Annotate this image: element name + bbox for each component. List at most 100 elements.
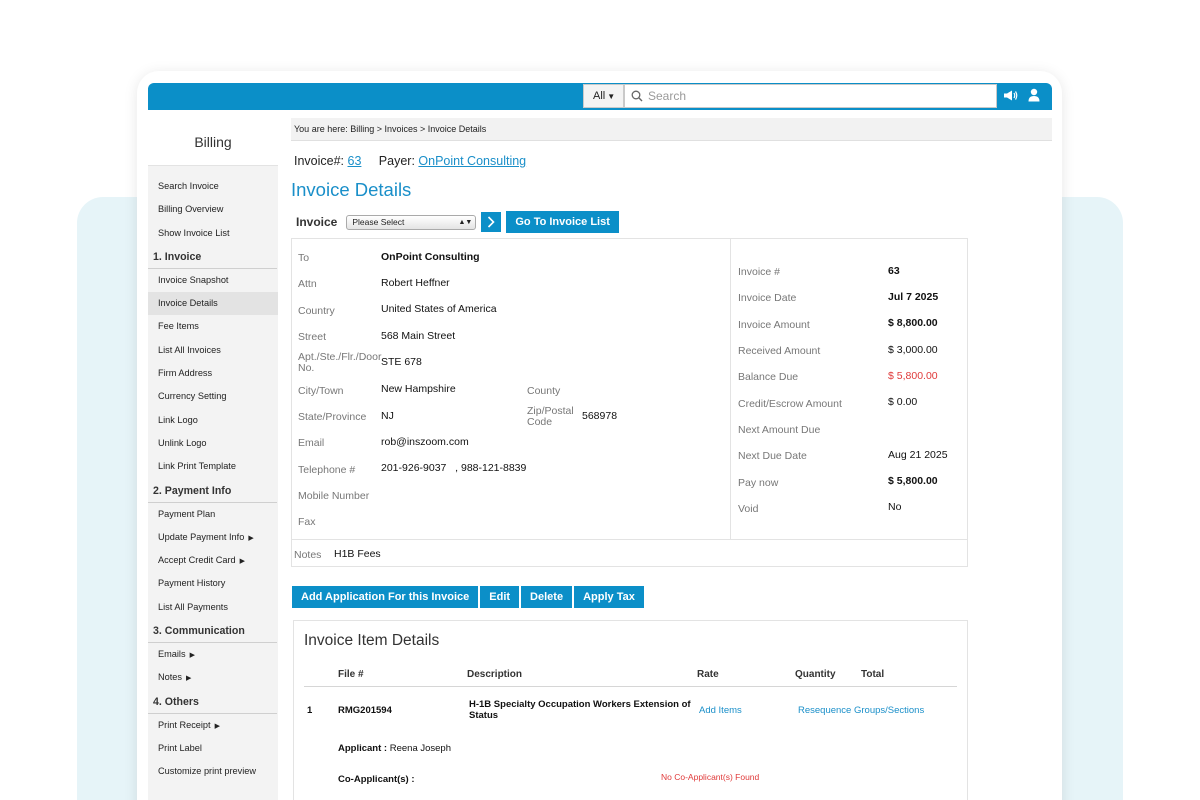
attn-label: Attn xyxy=(298,278,317,290)
invoice-number-label: Invoice#: xyxy=(294,154,345,168)
sidebar-item-list-all-invoices[interactable]: List All Invoices xyxy=(148,339,278,362)
summary-label: Credit/Escrow Amount xyxy=(738,398,842,410)
caret-right-icon: ▶ xyxy=(248,534,254,542)
sidebar-item-payment-history[interactable]: Payment History xyxy=(148,572,278,595)
header-file: File # xyxy=(338,669,364,680)
sidebar-item-label: Print Receipt xyxy=(158,719,211,730)
go-to-invoice-list-button[interactable]: Go To Invoice List xyxy=(506,211,619,233)
summary-value: Jul 7 2025 xyxy=(888,291,939,303)
summary-value: $ 5,800.00 xyxy=(888,370,938,382)
sidebar-section-payment-info: 2. Payment Info xyxy=(148,479,277,503)
summary-label: Balance Due xyxy=(738,371,799,383)
city-label: City/Town xyxy=(298,385,344,397)
email-label: Email xyxy=(298,437,325,449)
sidebar-item-show-invoice-list[interactable]: Show Invoice List xyxy=(148,222,278,245)
summary-label: Invoice Date xyxy=(738,292,797,304)
payer-link[interactable]: OnPoint Consulting xyxy=(418,154,526,168)
to-label: To xyxy=(298,252,310,264)
invoice-select[interactable]: Please Select ▲▼ xyxy=(346,214,477,230)
sidebar-section-communication: 3. Communication xyxy=(148,619,277,644)
sidebar-item-billing-overview[interactable]: Billing Overview xyxy=(148,198,278,221)
sidebar-item-link-print-template[interactable]: Link Print Template xyxy=(148,455,278,478)
summary-label: Invoice # xyxy=(738,266,781,278)
sidebar-item-customize-print-preview[interactable]: Customize print preview xyxy=(148,760,278,783)
invoice-number-link[interactable]: 63 xyxy=(348,154,362,168)
caret-right-icon: ▶ xyxy=(214,722,220,730)
sidebar-item-fee-items[interactable]: Fee Items xyxy=(148,315,278,338)
search-category-dropdown[interactable]: All ▼ xyxy=(583,84,624,108)
header-rate: Rate xyxy=(697,669,719,680)
sidebar: Billing Search Invoice Billing Overview … xyxy=(148,118,278,800)
sidebar-item-notes[interactable]: Notes ▶ xyxy=(148,666,278,689)
telephone-value: 201-926-9037 , 988-121-8839 xyxy=(381,462,527,474)
caret-right-icon: ▶ xyxy=(189,652,195,660)
delete-button[interactable]: Delete xyxy=(521,586,573,608)
notes-label: Notes xyxy=(294,549,322,561)
user-icon[interactable] xyxy=(1028,88,1040,102)
sidebar-item-update-payment-info[interactable]: Update Payment Info ▶ xyxy=(148,526,278,549)
billing-address-panel: To OnPoint Consulting Attn Robert Heffne… xyxy=(292,239,731,539)
sidebar-section-others: 4. Others xyxy=(148,690,277,714)
invoice-items-title: Invoice Item Details xyxy=(304,632,440,649)
app-window: All▼ Billing Search Invoice Billing xyxy=(137,71,1062,800)
apt-value: STE 678 xyxy=(381,356,422,368)
sidebar-item-currency-setting[interactable]: Currency Setting xyxy=(148,385,278,408)
megaphone-icon[interactable] xyxy=(1003,89,1018,102)
sidebar-item-unlink-logo[interactable]: Unlink Logo xyxy=(148,432,278,455)
caret-right-icon: ▶ xyxy=(239,558,246,566)
sidebar-section-invoice: 1. Invoice xyxy=(148,245,277,269)
sidebar-title: Billing xyxy=(148,118,278,166)
state-label: State/Province xyxy=(298,411,367,423)
action-buttons: Add Application For this Invoice Edit De… xyxy=(292,586,644,608)
mobile-label: Mobile Number xyxy=(298,490,370,502)
sidebar-item-accept-credit-card[interactable]: Accept Credit Card ▶ xyxy=(148,549,278,572)
sidebar-item-invoice-snapshot[interactable]: Invoice Snapshot xyxy=(148,269,278,292)
summary-value: No xyxy=(888,501,902,513)
apply-tax-button[interactable]: Apply Tax xyxy=(574,586,644,608)
sidebar-item-payment-plan[interactable]: Payment Plan xyxy=(148,503,278,526)
summary-value: $ 3,000.00 xyxy=(888,344,938,356)
sidebar-item-label: Update Payment Info xyxy=(158,531,245,542)
state-value: NJ xyxy=(381,410,394,422)
invoice-details-box: To OnPoint Consulting Attn Robert Heffne… xyxy=(291,238,968,567)
search-icon xyxy=(631,90,643,102)
sidebar-item-invoice-details[interactable]: Invoice Details xyxy=(148,292,278,316)
resequence-link[interactable]: Resequence Groups/Sections xyxy=(798,705,924,716)
main-content: You are here: Billing > Invoices > Invoi… xyxy=(291,118,1052,800)
sidebar-item-link-logo[interactable]: Link Logo xyxy=(148,409,278,432)
top-bar: All ▼ xyxy=(148,83,1052,110)
email-value: rob@inszoom.com xyxy=(381,436,469,448)
telephone-label: Telephone # xyxy=(298,464,356,476)
row-file-number: RMG201594 xyxy=(338,705,392,716)
go-button[interactable] xyxy=(481,212,502,232)
sidebar-item-firm-address[interactable]: Firm Address xyxy=(148,362,278,385)
invoice-header-line: Invoice#: 63 Payer: OnPoint Consulting xyxy=(294,154,526,168)
sidebar-item-print-receipt[interactable]: Print Receipt ▶ xyxy=(148,714,278,737)
search-input[interactable] xyxy=(648,89,968,103)
applicant-label: Applicant : xyxy=(338,743,388,754)
applicant-value: Reena Joseph xyxy=(389,743,452,754)
search-box xyxy=(624,84,997,108)
header-divider xyxy=(304,686,957,687)
summary-label: Pay now xyxy=(738,477,779,489)
payer-label: Payer: xyxy=(378,154,415,168)
sidebar-item-label: Emails xyxy=(158,649,186,660)
attn-value: Robert Heffner xyxy=(381,277,450,289)
invoice-select-value: Please Select xyxy=(352,216,405,227)
summary-value: 63 xyxy=(888,265,900,277)
search-category-label: All xyxy=(593,90,606,102)
summary-value: Aug 21 2025 xyxy=(888,449,948,461)
zip-label: Zip/Postal Code xyxy=(527,405,574,428)
sidebar-item-list-all-payments[interactable]: List All Payments xyxy=(148,596,278,619)
add-items-link[interactable]: Add Items xyxy=(699,705,742,716)
updown-icon: ▲▼ xyxy=(458,218,473,226)
fax-label: Fax xyxy=(298,516,316,528)
edit-button[interactable]: Edit xyxy=(480,586,520,608)
apt-label: Apt./Ste./Flr./Door No. xyxy=(298,351,382,374)
add-application-button[interactable]: Add Application For this Invoice xyxy=(292,586,479,608)
top-icons xyxy=(1003,88,1040,102)
sidebar-item-search-invoice[interactable]: Search Invoice xyxy=(148,175,278,198)
sidebar-item-emails[interactable]: Emails ▶ xyxy=(148,643,278,666)
sidebar-item-print-label[interactable]: Print Label xyxy=(148,737,278,760)
caret-right-icon: ▶ xyxy=(186,675,192,683)
